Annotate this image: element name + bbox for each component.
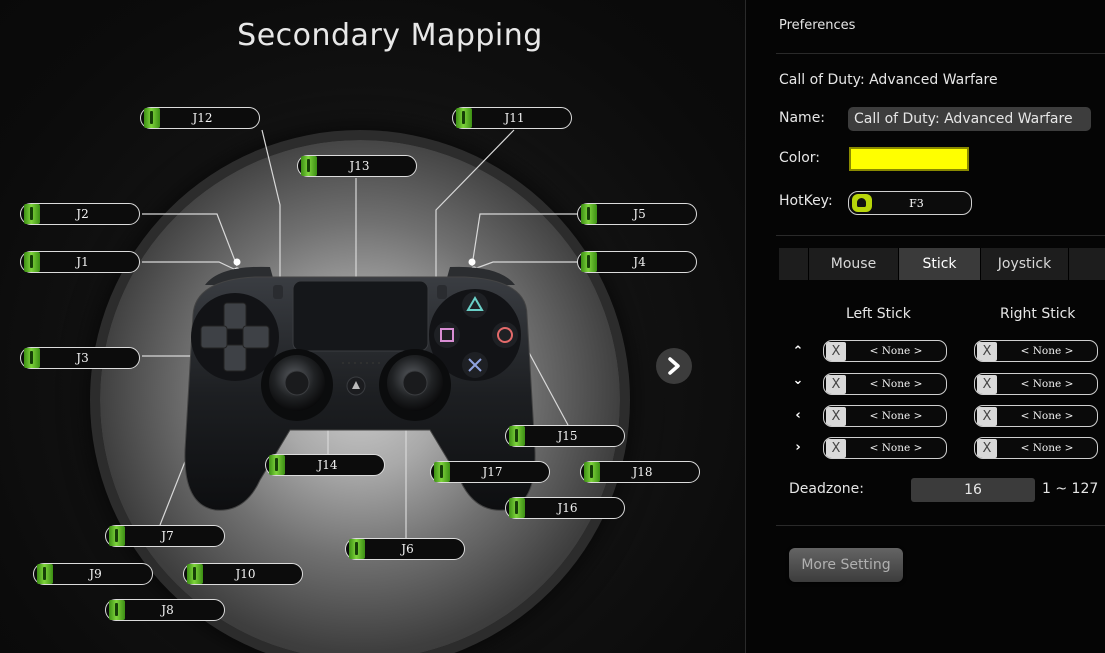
left-stick-up-select[interactable]: X < None > [823,340,947,362]
right-stick-up-select[interactable]: X < None > [974,340,1098,362]
preferences-panel: Preferences Call of Duty: Advanced Warfa… [745,0,1105,653]
hotkey-label: HotKey: [779,193,833,209]
divider [776,53,1105,54]
indicator-icon [109,526,125,546]
mapping-tag-j7[interactable]: J7 [105,525,225,547]
hotkey-field[interactable]: F3 [848,191,972,215]
indicator-icon [581,204,597,224]
mapping-canvas: Secondary Mapping J12 J11 J13 J2 J1 J5 J… [0,0,745,653]
indicator-icon [584,462,600,482]
profile-title: Call of Duty: Advanced Warfare [779,72,998,88]
indicator-icon [456,108,472,128]
arrow-up-icon: ⌃ [792,344,804,359]
page-title: Secondary Mapping [237,18,543,53]
indicator-icon [24,252,40,272]
tab-joystick[interactable]: Joystick [981,248,1069,280]
indicator-icon [434,462,450,482]
left-stick-left-select[interactable]: X < None > [823,405,947,427]
mode-tabs: Mouse Stick Joystick [779,248,1105,280]
mapping-tag-j5[interactable]: J5 [577,203,697,225]
deadzone-field[interactable]: 16 [911,478,1035,502]
indicator-icon [269,455,285,475]
chevron-right-icon [668,357,680,375]
clear-button[interactable]: X [826,374,846,394]
mapping-tag-j16[interactable]: J16 [505,497,625,519]
mapping-tag-j2[interactable]: J2 [20,203,140,225]
indicator-icon [509,426,525,446]
mapping-tag-j4[interactable]: J4 [577,251,697,273]
tab-blank-right[interactable] [1069,248,1105,280]
mapping-tag-j15[interactable]: J15 [505,425,625,447]
mapping-tag-j10[interactable]: J10 [183,563,303,585]
left-stick-header: Left Stick [846,306,911,322]
indicator-icon [349,539,365,559]
mapping-tag-j14[interactable]: J14 [265,454,385,476]
name-field[interactable]: Call of Duty: Advanced Warfare [848,107,1091,131]
divider [776,235,1105,236]
clear-button[interactable]: X [977,406,997,426]
arrow-down-icon: ⌄ [792,373,804,388]
divider [776,525,1105,526]
indicator-icon [37,564,53,584]
arrow-right-icon: › [795,440,801,455]
more-setting-button[interactable]: More Setting [789,548,903,582]
clear-button[interactable]: X [977,438,997,458]
mapping-tag-j12[interactable]: J12 [140,107,260,129]
indicator-icon [109,600,125,620]
clear-button[interactable]: X [826,438,846,458]
right-stick-header: Right Stick [1000,306,1076,322]
clear-button[interactable]: X [826,341,846,361]
clear-button[interactable]: X [977,374,997,394]
deadzone-range: 1 ~ 127 [1042,481,1099,497]
next-page-button[interactable] [656,348,692,384]
deadzone-label: Deadzone: [789,481,864,497]
color-label: Color: [779,150,821,166]
name-label: Name: [779,110,826,126]
mapping-tag-j13[interactable]: J13 [297,155,417,177]
right-stick-right-select[interactable]: X < None > [974,437,1098,459]
indicator-icon [24,204,40,224]
mapping-tag-j8[interactable]: J8 [105,599,225,621]
mouse-icon [852,194,872,212]
mapping-tag-j9[interactable]: J9 [33,563,153,585]
tab-mouse[interactable]: Mouse [809,248,899,280]
color-swatch[interactable] [849,147,969,171]
tab-blank-left[interactable] [779,248,809,280]
mapping-tag-j11[interactable]: J11 [452,107,572,129]
indicator-icon [509,498,525,518]
tab-stick[interactable]: Stick [899,248,981,280]
indicator-icon [301,156,317,176]
right-stick-left-select[interactable]: X < None > [974,405,1098,427]
indicator-icon [187,564,203,584]
preferences-header: Preferences [779,18,856,33]
arrow-left-icon: ‹ [795,408,801,423]
indicator-icon [581,252,597,272]
indicator-icon [144,108,160,128]
mapping-tag-j3[interactable]: J3 [20,347,140,369]
mapping-tag-j17[interactable]: J17 [430,461,550,483]
clear-button[interactable]: X [977,341,997,361]
clear-button[interactable]: X [826,406,846,426]
mapping-tag-j18[interactable]: J18 [580,461,700,483]
left-stick-right-select[interactable]: X < None > [823,437,947,459]
left-stick-down-select[interactable]: X < None > [823,373,947,395]
right-stick-down-select[interactable]: X < None > [974,373,1098,395]
mapping-tag-j6[interactable]: J6 [345,538,465,560]
mapping-tag-j1[interactable]: J1 [20,251,140,273]
indicator-icon [24,348,40,368]
